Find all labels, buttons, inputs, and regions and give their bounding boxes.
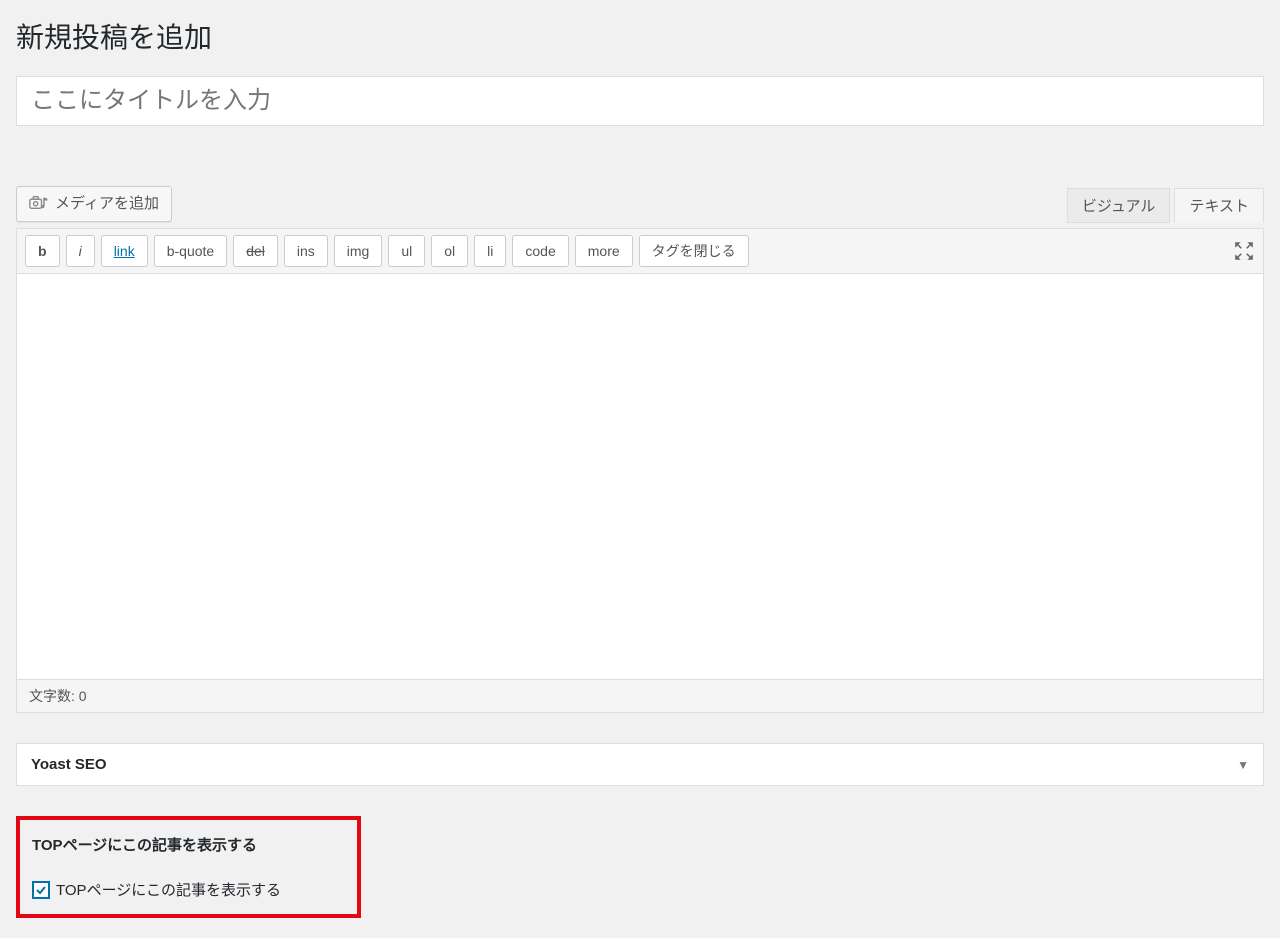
toolbar-link-button[interactable]: link: [101, 235, 148, 267]
top-page-heading: TOPページにこの記事を表示する: [32, 834, 345, 855]
page-title: 新規投稿を追加: [16, 0, 1264, 76]
toolbar-more-button[interactable]: more: [575, 235, 633, 267]
yoast-seo-title: Yoast SEO: [31, 756, 107, 773]
top-page-display-box: TOPページにこの記事を表示する TOPページにこの記事を表示する: [16, 816, 361, 918]
toolbar-ol-button[interactable]: ol: [431, 235, 468, 267]
toolbar-ins-button[interactable]: ins: [284, 235, 328, 267]
yoast-seo-box: Yoast SEO ▼: [16, 743, 1264, 786]
top-page-checkbox-label: TOPページにこの記事を表示する: [56, 879, 281, 900]
toolbar-bold-button[interactable]: b: [25, 235, 60, 267]
add-media-label: メディアを追加: [55, 191, 159, 217]
chevron-down-icon: ▼: [1237, 758, 1249, 772]
toolbar-ul-button[interactable]: ul: [388, 235, 425, 267]
tab-text[interactable]: テキスト: [1174, 188, 1264, 223]
toolbar-bquote-button[interactable]: b-quote: [154, 235, 227, 267]
editor-container: b i link b-quote del ins img ul ol li co…: [16, 228, 1264, 713]
toolbar-li-button[interactable]: li: [474, 235, 506, 267]
toolbar-img-button[interactable]: img: [334, 235, 383, 267]
tab-visual[interactable]: ビジュアル: [1067, 188, 1171, 223]
toolbar-del-button[interactable]: del: [233, 235, 278, 267]
top-page-checkbox[interactable]: [32, 881, 50, 899]
camera-music-icon: [29, 195, 49, 213]
editor-toolbar: b i link b-quote del ins img ul ol li co…: [17, 229, 1263, 274]
toolbar-code-button[interactable]: code: [512, 235, 568, 267]
fullscreen-icon[interactable]: [1233, 240, 1255, 262]
toolbar-italic-button[interactable]: i: [66, 235, 95, 267]
toolbar-close-tags-button[interactable]: タグを閉じる: [639, 235, 749, 267]
top-page-checkbox-row[interactable]: TOPページにこの記事を表示する: [32, 879, 345, 900]
editor-tabs: ビジュアル テキスト: [1063, 187, 1264, 222]
status-bar: 文字数: 0: [17, 679, 1263, 712]
content-textarea[interactable]: [17, 274, 1263, 674]
yoast-seo-header[interactable]: Yoast SEO ▼: [17, 744, 1263, 785]
post-title-input[interactable]: [16, 76, 1264, 126]
add-media-button[interactable]: メディアを追加: [16, 186, 172, 222]
char-count-label: 文字数: 0: [29, 688, 87, 704]
